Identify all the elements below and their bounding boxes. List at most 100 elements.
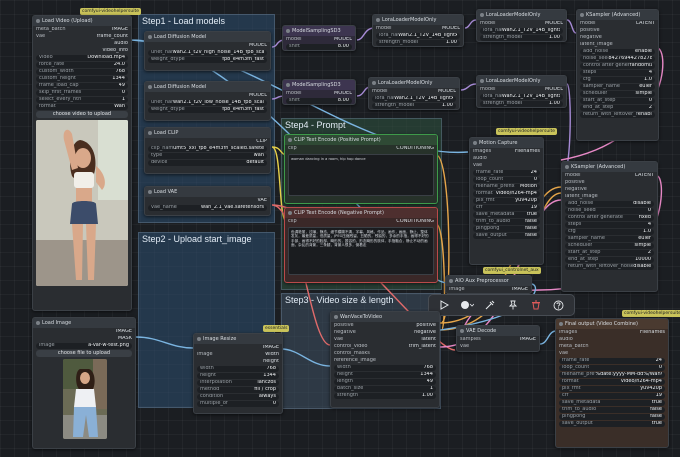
node-lora-loader-2[interactable]: LoraLoaderModelOnly model MODEL lora_name…	[476, 9, 567, 42]
widget-loop-count[interactable]: loop_count 0	[473, 177, 540, 183]
widget-crf[interactable]: crf 19	[559, 393, 665, 399]
eyedropper-icon[interactable]	[483, 298, 497, 312]
node-title[interactable]: VAE Decode	[457, 326, 539, 336]
widget-return-with-leftover-noise[interactable]: return_with_leftover_noise disable	[565, 264, 654, 270]
input-control-video[interactable]: control_video	[334, 344, 368, 350]
choose-file-button[interactable]: choose file to upload	[36, 350, 132, 357]
output-model[interactable]: MODEL	[442, 26, 460, 32]
widget-image[interactable]: image a-var-w-test.png	[36, 343, 132, 349]
output-height[interactable]: height	[263, 359, 279, 365]
widget-noise-seed[interactable]: noise_seed 0	[565, 208, 654, 214]
widget-multiple-of[interactable]: multiple_of 0	[197, 401, 279, 407]
widget-shift[interactable]: shift 8.00	[286, 98, 352, 104]
node-title[interactable]: LoraLoaderModelOnly	[373, 15, 463, 25]
output-image[interactable]: IMAGE	[520, 337, 536, 343]
output-model[interactable]: MODEL	[334, 91, 352, 97]
input-vae[interactable]: vae	[36, 34, 45, 40]
widget-scheduler[interactable]: scheduler simple	[580, 91, 655, 97]
widget-unet-name[interactable]: unet_namewan2.1_t2v_high_noise_14B_fp8_s…	[148, 50, 267, 56]
node-title[interactable]: WanVaceToVideo	[331, 312, 439, 322]
widget-cfg[interactable]: cfg 1.0	[565, 229, 654, 235]
input-meta-batch[interactable]: meta_batch	[559, 344, 589, 350]
output-positive[interactable]: positive	[416, 323, 436, 329]
input-model[interactable]: model	[286, 91, 302, 97]
input-images[interactable]: images	[473, 149, 491, 155]
widget-filename-prefix[interactable]: filename_prefix%date:yyyy-MM-dd%/WanVace	[559, 372, 665, 378]
output-image[interactable]: IMAGE	[263, 345, 279, 351]
input-positive[interactable]: positive	[334, 323, 354, 329]
play-icon[interactable]	[437, 298, 451, 312]
node-motion-capture[interactable]: Motion Capture images Filenames audio vae…	[469, 137, 544, 265]
color-circle-icon[interactable]	[460, 298, 475, 312]
widget-steps[interactable]: steps 4	[565, 222, 654, 228]
node-title[interactable]: LoraLoaderModelOnly	[477, 76, 566, 86]
negative-prompt-textarea[interactable]: 色调艳丽，过曝，静态，细节模糊不清，字幕，风格，作品，画作，画面，静止，整体发灰…	[288, 227, 434, 275]
widget-start-at-step[interactable]: start_at_step 0	[580, 98, 655, 104]
input-vae[interactable]: vae	[460, 344, 469, 350]
node-lora-loader-1[interactable]: LoraLoaderModelOnly model MODEL lora_name…	[372, 14, 464, 47]
node-vae-decode[interactable]: VAE Decode samples IMAGE vae	[456, 325, 540, 352]
node-title[interactable]: KSampler (Advanced)	[562, 162, 657, 172]
widget-trim-to-audio[interactable]: trim_to_audio false	[559, 407, 665, 413]
widget-format[interactable]: format video/h264-mp4	[559, 379, 665, 385]
node-lora-loader-4[interactable]: LoraLoaderModelOnly model MODEL lora_name…	[476, 75, 567, 108]
widget-trim-to-audio[interactable]: trim_to_audio false	[473, 219, 540, 225]
node-load-vae[interactable]: Load VAE VAE vae_name wan_2.1_vae.safeten…	[144, 186, 271, 216]
input-audio[interactable]: audio	[473, 156, 487, 162]
input-positive[interactable]: positive	[565, 180, 585, 186]
widget-width[interactable]: width 768	[197, 366, 279, 372]
output-image[interactable]: IMAGE	[116, 329, 132, 335]
input-model[interactable]: model	[480, 21, 496, 27]
widget-save-output[interactable]: save_output true	[559, 421, 665, 427]
output-model[interactable]: MODEL	[545, 21, 563, 27]
output-conditioning[interactable]: CONDITIONING	[396, 219, 434, 225]
widget-strength-model[interactable]: strength_model 1.00	[372, 103, 456, 109]
node-load-image[interactable]: Load Image IMAGE MASK image a-var-w-test.…	[32, 317, 136, 449]
node-ksampler-advanced-1[interactable]: KSampler (Advanced) model LATENT positive…	[576, 9, 659, 141]
widget-strength[interactable]: strength 1.00	[334, 393, 436, 399]
widget-shift[interactable]: shift 8.00	[286, 44, 352, 50]
output-width[interactable]: width	[265, 352, 279, 358]
widget-add-noise[interactable]: add_noise enable	[580, 49, 655, 55]
output-image[interactable]: IMAGE	[512, 287, 528, 293]
output-model[interactable]: MODEL	[249, 43, 267, 49]
node-load-diffusion-model-2[interactable]: Load Diffusion Model MODEL unet_namewan2…	[144, 81, 271, 121]
widget-skip-first-frames[interactable]: skip_first_frames 0	[36, 90, 128, 96]
node-lora-loader-3[interactable]: LoraLoaderModelOnly model MODEL lora_name…	[368, 77, 460, 110]
widget-end-at-step[interactable]: end_at_step 2	[580, 105, 655, 111]
widget-custom-width[interactable]: custom_width 768	[36, 69, 128, 75]
widget-strength-model[interactable]: strength_model 1.00	[480, 35, 563, 41]
widget-pix-fmt[interactable]: pix_fmt yuv420p	[559, 386, 665, 392]
output-frame-count[interactable]: frame_count	[97, 34, 128, 40]
node-model-sampling-1[interactable]: ModelSamplingSD3 model MODEL shift 8.00	[282, 25, 356, 51]
input-images[interactable]: images	[559, 330, 577, 336]
input-samples[interactable]: samples	[460, 337, 481, 343]
node-title[interactable]: ModelSamplingSD3	[283, 80, 355, 90]
input-negative[interactable]: negative	[334, 330, 356, 336]
widget-strength-model[interactable]: strength_model 1.00	[376, 40, 460, 46]
node-clip-text-encode-positive[interactable]: CLIP Text Encode (Positive Prompt) clip C…	[284, 134, 438, 204]
input-image[interactable]: image	[449, 287, 465, 293]
trash-icon[interactable]	[529, 298, 543, 312]
output-latent[interactable]: LATENT	[635, 173, 654, 179]
widget-control-after-generate[interactable]: control after generaterandomize	[580, 63, 655, 69]
node-title[interactable]: Load VAE	[145, 187, 270, 197]
widget-start-at-step[interactable]: start_at_step 2	[565, 250, 654, 256]
output-latent[interactable]: LATENT	[636, 21, 655, 27]
widget-lora-name[interactable]: lora_nameWan2.1_T2V_14B_lightx2v_cfg...	[376, 33, 460, 39]
input-model[interactable]: model	[480, 87, 496, 93]
output-model[interactable]: MODEL	[334, 37, 352, 43]
positive-prompt-textarea[interactable]: woman dancing in a room, hip hop dance	[288, 154, 434, 196]
input-vae[interactable]: vae	[473, 163, 482, 169]
widget-noise-seed[interactable]: noise_seed 842769442782782	[580, 56, 655, 62]
output-negative[interactable]: negative	[414, 330, 436, 336]
widget-sampler-name[interactable]: sampler_name euler	[580, 84, 655, 90]
node-title[interactable]: AIO Aux Preprocessor	[446, 276, 531, 286]
node-clip-text-encode-negative[interactable]: CLIP Text Encode (Negative Prompt) clip C…	[284, 207, 438, 283]
input-latent-image[interactable]: latent_image	[565, 194, 598, 200]
node-load-diffusion-model-1[interactable]: Load Diffusion Model MODEL unet_namewan2…	[144, 31, 271, 71]
widget-pix-fmt[interactable]: pix_fmt yuv420p	[473, 198, 540, 204]
widget-video[interactable]: video Download.mp4	[36, 55, 128, 61]
output-filenames[interactable]: Filenames	[640, 330, 665, 336]
input-clip[interactable]: clip	[288, 219, 297, 225]
